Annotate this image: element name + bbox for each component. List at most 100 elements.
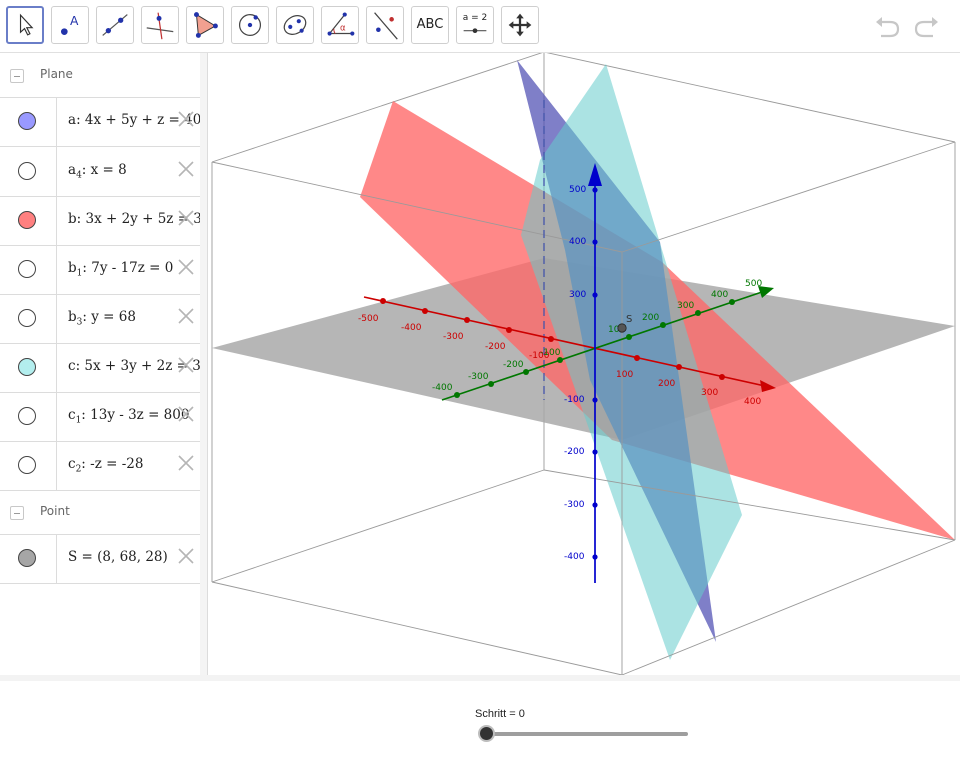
slider-handle[interactable] xyxy=(478,725,495,742)
point-s-label: S xyxy=(626,314,632,325)
y-tick-label: -400 xyxy=(432,383,453,393)
line-icon xyxy=(102,14,128,36)
redo-button[interactable] xyxy=(911,12,941,40)
delete-icon[interactable] xyxy=(177,356,195,374)
point-tool-button[interactable]: A xyxy=(51,6,89,44)
object-name: a xyxy=(68,112,77,128)
visibility-toggle[interactable] xyxy=(18,162,36,180)
visibility-toggle[interactable] xyxy=(18,211,36,229)
reflect-tool-button[interactable] xyxy=(366,6,404,44)
delete-icon[interactable] xyxy=(177,547,195,565)
redo-icon xyxy=(914,17,938,38)
undo-icon xyxy=(876,17,900,38)
svg-text:A: A xyxy=(70,14,79,28)
z-tick-label: -200 xyxy=(564,447,585,457)
object-name: c xyxy=(68,358,76,374)
circle-icon xyxy=(238,13,262,37)
y-tick-label: -300 xyxy=(468,372,489,382)
z-tick-label: 500 xyxy=(569,185,586,195)
angle-icon: α xyxy=(327,12,355,36)
y-tick-label: 300 xyxy=(677,301,694,311)
object-name: b xyxy=(68,260,77,276)
y-tick-label: 200 xyxy=(642,313,659,323)
graphics-3d-view[interactable]: -500 -400 -300 -200 -100 100 200 300 400… xyxy=(208,53,960,675)
algebra-row[interactable]: c: 5x + 3y + 2z = 300 xyxy=(0,343,200,393)
x-tick-label: 200 xyxy=(658,379,675,389)
visibility-toggle[interactable] xyxy=(18,358,36,376)
delete-icon[interactable] xyxy=(177,209,195,227)
polygon-icon xyxy=(194,12,218,38)
visibility-toggle[interactable] xyxy=(18,260,36,278)
z-tick-label: 300 xyxy=(569,290,586,300)
ellipse-icon xyxy=(283,15,307,35)
algebra-row[interactable]: b1: 7y - 17z = 0 xyxy=(0,245,200,295)
x-tick-label: 400 xyxy=(744,397,761,407)
line-tool-button[interactable] xyxy=(96,6,134,44)
object-name: S xyxy=(68,549,78,565)
angle-tool-button[interactable]: α xyxy=(321,6,359,44)
slider-tool-button[interactable]: a = 2 xyxy=(456,6,494,44)
delete-icon[interactable] xyxy=(177,405,195,423)
algebra-row[interactable]: c2: -z = -28 xyxy=(0,441,200,491)
circle-tool-button[interactable] xyxy=(231,6,269,44)
undo-button[interactable] xyxy=(873,12,903,40)
point-icon: A xyxy=(61,14,79,35)
ellipse-tool-button[interactable] xyxy=(276,6,314,44)
y-tick-label: -100 xyxy=(540,348,561,358)
y-tick-label: 500 xyxy=(745,279,762,289)
slider-icon xyxy=(463,28,487,34)
visibility-toggle[interactable] xyxy=(18,456,36,474)
slider-panel: Schritt = 0 xyxy=(0,675,960,780)
delete-icon[interactable] xyxy=(177,258,195,276)
object-name: c xyxy=(68,456,76,472)
polygon-tool-button[interactable] xyxy=(186,6,224,44)
visibility-toggle[interactable] xyxy=(18,112,36,130)
algebra-row[interactable]: b3: y = 68 xyxy=(0,294,200,344)
algebra-row[interactable]: b: 3x + 2y + 5z = 300 xyxy=(0,196,200,246)
perpendicular-line-tool-button[interactable] xyxy=(141,6,179,44)
group-header-point[interactable]: Point xyxy=(0,490,200,535)
object-name: c xyxy=(68,407,76,423)
y-tick-label: -200 xyxy=(503,360,524,370)
x-tick-label: 300 xyxy=(701,388,718,398)
x-tick-label: 100 xyxy=(616,370,633,380)
move-view-tool-button[interactable] xyxy=(501,6,539,44)
z-tick-label: -300 xyxy=(564,500,585,510)
text-tool-button[interactable]: ABC xyxy=(411,6,449,44)
move-arrows-icon xyxy=(508,13,532,37)
collapse-icon[interactable] xyxy=(10,506,24,520)
z-tick-label: 400 xyxy=(569,237,586,247)
delete-icon[interactable] xyxy=(177,160,195,178)
group-name: Plane xyxy=(40,67,73,81)
algebra-row[interactable]: c1: 13y - 3z = 800 xyxy=(0,392,200,442)
point-s[interactable] xyxy=(617,323,627,333)
visibility-toggle[interactable] xyxy=(18,309,36,327)
3d-scene[interactable]: -500 -400 -300 -200 -100 100 200 300 400… xyxy=(208,53,960,675)
visibility-toggle[interactable] xyxy=(18,549,36,567)
slider-track[interactable] xyxy=(486,732,688,736)
group-name: Point xyxy=(40,504,70,518)
panel-divider[interactable] xyxy=(200,53,208,675)
text-tool-label: ABC xyxy=(416,17,444,32)
object-expression: : -z = -28 xyxy=(81,456,144,472)
delete-icon[interactable] xyxy=(177,110,195,128)
object-expression: = (8, 68, 28) xyxy=(77,549,168,565)
algebra-row[interactable]: a4: x = 8 xyxy=(0,147,200,197)
collapse-icon[interactable] xyxy=(10,69,24,83)
x-tick-label: -300 xyxy=(443,332,464,342)
cursor-arrow-icon xyxy=(19,13,34,36)
algebra-view: Plane a: 4x + 5y + z = 400 a4: x = 8 b: … xyxy=(0,53,201,675)
toolbar: A α ABC a = 2 xyxy=(0,0,960,53)
x-tick-label: -500 xyxy=(358,314,379,324)
algebra-row[interactable]: S = (8, 68, 28) xyxy=(0,534,200,584)
delete-icon[interactable] xyxy=(177,307,195,325)
y-tick-label: 400 xyxy=(711,290,728,300)
visibility-toggle[interactable] xyxy=(18,407,36,425)
object-expression: : x = 8 xyxy=(81,162,127,178)
delete-icon[interactable] xyxy=(177,454,195,472)
object-expression: : y = 68 xyxy=(82,309,136,325)
group-header-plane[interactable]: Plane xyxy=(0,53,200,98)
algebra-row[interactable]: a: 4x + 5y + z = 400 xyxy=(0,97,200,147)
move-tool-button[interactable] xyxy=(6,6,44,44)
slider-label: Schritt = 0 xyxy=(475,708,525,720)
